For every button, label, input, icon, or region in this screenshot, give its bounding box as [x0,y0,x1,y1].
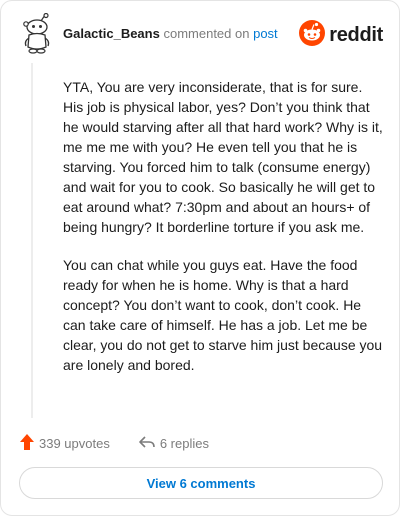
replies-count: 6 replies [159,435,209,451]
comment-body: YTA, You are very inconsiderate, that is… [63,77,385,393]
comment-paragraph-2: You can chat while you guys eat. Have th… [63,257,383,373]
post-link[interactable]: post [253,26,278,41]
replies-button[interactable]: 6 replies [138,434,209,453]
comment-actions: 339 upvotes 6 replies [19,433,209,453]
upvote-button[interactable]: 339 upvotes [19,433,110,454]
view-comments-button[interactable]: View 6 comments [19,467,383,499]
upvote-count: 339 upvotes [39,435,110,451]
reddit-brand[interactable]: reddit [299,19,383,51]
comment-meta: Galactic_Beans commented on post [63,26,278,41]
upvote-arrow-icon [19,433,35,454]
thread-line [31,63,33,418]
snoo-avatar-icon[interactable] [19,12,55,55]
username-link[interactable]: Galactic_Beans [63,26,160,41]
comment-verb: commented on [163,26,250,41]
comment-paragraph-1: YTA, You are very inconsiderate, that is… [63,79,383,235]
comment-card: Galactic_Beans commented on post reddit [0,0,400,516]
reply-arrow-icon [138,434,156,453]
comment-header: Galactic_Beans commented on post reddit [13,12,387,57]
reddit-logo-icon [299,19,326,51]
reddit-wordmark: reddit [329,23,383,46]
